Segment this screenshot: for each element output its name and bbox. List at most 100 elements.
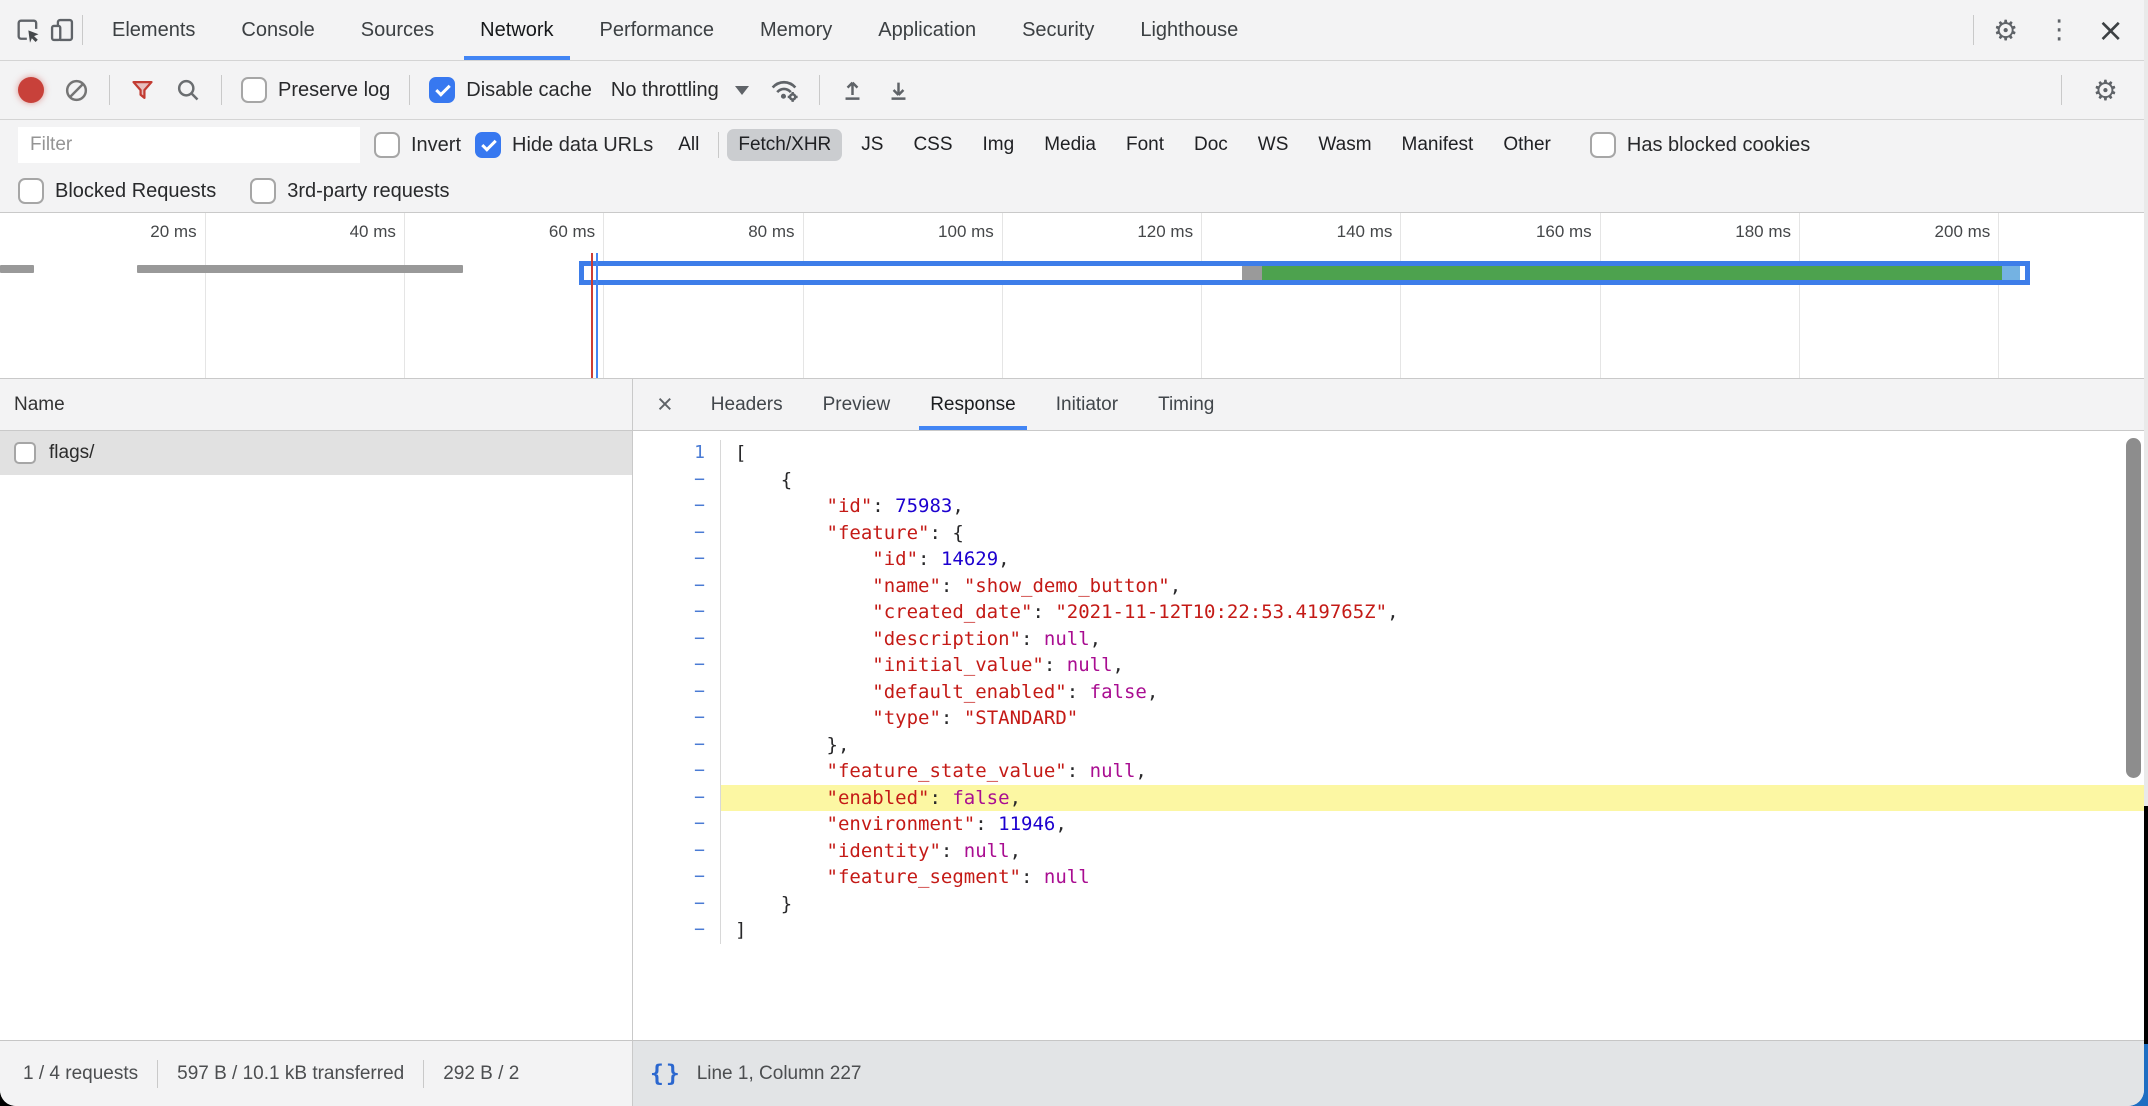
code-line: − "name": "show_demo_button", — [633, 573, 2144, 600]
clear-network-log-icon[interactable] — [63, 77, 90, 104]
response-code-lines: 1[− {− "id": 75983,− "feature": {− "id":… — [633, 440, 2144, 944]
filter-chip-media[interactable]: Media — [1033, 129, 1107, 161]
filter-chip-other[interactable]: Other — [1492, 129, 1562, 161]
network-overview-timeline[interactable]: 20 ms40 ms60 ms80 ms100 ms120 ms140 ms16… — [0, 213, 2144, 379]
fold-marker[interactable]: − — [633, 467, 721, 494]
fold-marker[interactable]: − — [633, 626, 721, 653]
code-text: ] — [721, 917, 2144, 944]
detail-tab-initiator[interactable]: Initiator — [1036, 379, 1138, 430]
fold-marker[interactable]: − — [633, 891, 721, 918]
timeline-tick-label: 20 ms — [150, 222, 196, 242]
fold-marker[interactable]: − — [633, 732, 721, 759]
invert-checkbox[interactable] — [374, 132, 400, 158]
close-details-icon[interactable]: × — [639, 379, 691, 430]
tab-security[interactable]: Security — [999, 0, 1117, 60]
detail-tab-timing[interactable]: Timing — [1138, 379, 1234, 430]
preserve-log-checkbox[interactable] — [241, 77, 267, 103]
filter-chip-css[interactable]: CSS — [902, 129, 963, 161]
network-conditions-icon[interactable] — [768, 76, 800, 104]
filter-chip-font[interactable]: Font — [1115, 129, 1175, 161]
record-network-log-icon[interactable] — [18, 77, 44, 103]
filter-chip-img[interactable]: Img — [972, 129, 1026, 161]
tab-application[interactable]: Application — [855, 0, 999, 60]
network-settings-gear-icon[interactable]: ⚙ — [2081, 74, 2130, 107]
close-devtools-icon[interactable]: × — [2087, 11, 2134, 49]
filter-chip-manifest[interactable]: Manifest — [1391, 129, 1485, 161]
filter-chip-all[interactable]: All — [667, 129, 710, 161]
fold-marker[interactable]: − — [633, 546, 721, 573]
blocked-requests-checkbox[interactable] — [18, 178, 44, 204]
import-har-icon[interactable] — [839, 77, 866, 104]
hide-data-urls-checkbox[interactable] — [475, 132, 501, 158]
chevron-down-icon — [735, 86, 749, 95]
code-text: "identity": null, — [721, 838, 2144, 865]
detail-tab-response[interactable]: Response — [910, 379, 1036, 430]
fold-marker[interactable]: − — [633, 493, 721, 520]
fold-marker[interactable]: − — [633, 811, 721, 838]
code-text: "id": 75983, — [721, 493, 2144, 520]
filter-chip-doc[interactable]: Doc — [1183, 129, 1239, 161]
summary-item: 292 B / 2 — [443, 1063, 519, 1085]
code-text: } — [721, 891, 2144, 918]
fold-marker[interactable]: − — [633, 679, 721, 706]
filter-chip-ws[interactable]: WS — [1247, 129, 1300, 161]
preserve-log-group: Preserve log — [241, 77, 390, 103]
summary-item: 597 B / 10.1 kB transferred — [177, 1063, 404, 1085]
kebab-menu-icon[interactable]: ⋮ — [2037, 15, 2081, 45]
request-row-checkbox[interactable] — [14, 442, 36, 464]
name-column-header[interactable]: Name — [0, 379, 632, 431]
divider — [2061, 75, 2062, 105]
detail-tab-label: Preview — [823, 394, 891, 416]
fold-marker[interactable]: − — [633, 785, 721, 812]
disable-cache-checkbox[interactable] — [429, 77, 455, 103]
tab-network[interactable]: Network — [457, 0, 576, 60]
filter-input[interactable] — [18, 127, 360, 163]
tab-sources[interactable]: Sources — [338, 0, 457, 60]
has-blocked-cookies-checkbox[interactable] — [1590, 132, 1616, 158]
filter-funnel-icon[interactable] — [129, 77, 156, 104]
filter-chip-wasm[interactable]: Wasm — [1307, 129, 1382, 161]
disable-cache-group: Disable cache — [429, 77, 592, 103]
fold-marker[interactable]: − — [633, 917, 721, 944]
detail-tab-headers[interactable]: Headers — [691, 379, 803, 430]
fold-marker[interactable]: − — [633, 758, 721, 785]
requests-pane: Name flags/ — [0, 379, 633, 1040]
settings-gear-icon[interactable]: ⚙ — [1980, 14, 2031, 47]
preserve-log-label: Preserve log — [278, 79, 390, 102]
code-text: "feature_segment": null — [721, 864, 2144, 891]
fold-marker[interactable]: − — [633, 573, 721, 600]
tab-label: Application — [878, 19, 976, 42]
third-party-requests-checkbox[interactable] — [250, 178, 276, 204]
throttling-dropdown[interactable]: No throttling — [611, 79, 749, 102]
code-text: "feature_state_value": null, — [721, 758, 2144, 785]
code-line: − "type": "STANDARD" — [633, 705, 2144, 732]
fold-marker[interactable]: − — [633, 838, 721, 865]
fold-marker[interactable]: − — [633, 520, 721, 547]
tab-label: Console — [241, 19, 314, 42]
tab-lighthouse[interactable]: Lighthouse — [1117, 0, 1261, 60]
tab-elements[interactable]: Elements — [89, 0, 218, 60]
fold-marker[interactable]: − — [633, 599, 721, 626]
search-icon[interactable] — [175, 77, 202, 104]
filter-chip-fetch-xhr[interactable]: Fetch/XHR — [727, 129, 842, 161]
tab-label: Performance — [600, 19, 715, 42]
code-line: −] — [633, 917, 2144, 944]
export-har-icon[interactable] — [885, 77, 912, 104]
fold-marker[interactable]: − — [633, 864, 721, 891]
tab-console[interactable]: Console — [218, 0, 337, 60]
tab-memory[interactable]: Memory — [737, 0, 855, 60]
pretty-print-braces-icon[interactable]: {} — [650, 1061, 682, 1087]
selected-tab-underline — [919, 426, 1027, 430]
tab-performance[interactable]: Performance — [577, 0, 738, 60]
device-toolbar-icon[interactable] — [48, 16, 76, 44]
filter-chip-js[interactable]: JS — [850, 129, 894, 161]
detail-tab-preview[interactable]: Preview — [803, 379, 911, 430]
request-details-pane: × HeadersPreviewResponseInitiatorTiming … — [633, 379, 2144, 1040]
page-event-line — [596, 253, 598, 378]
inspect-element-icon[interactable] — [14, 16, 42, 44]
vertical-scrollbar-thumb[interactable] — [2126, 438, 2141, 778]
request-row[interactable]: flags/ — [0, 431, 632, 475]
fold-marker[interactable]: − — [633, 652, 721, 679]
code-line: − "default_enabled": false, — [633, 679, 2144, 706]
fold-marker[interactable]: − — [633, 705, 721, 732]
